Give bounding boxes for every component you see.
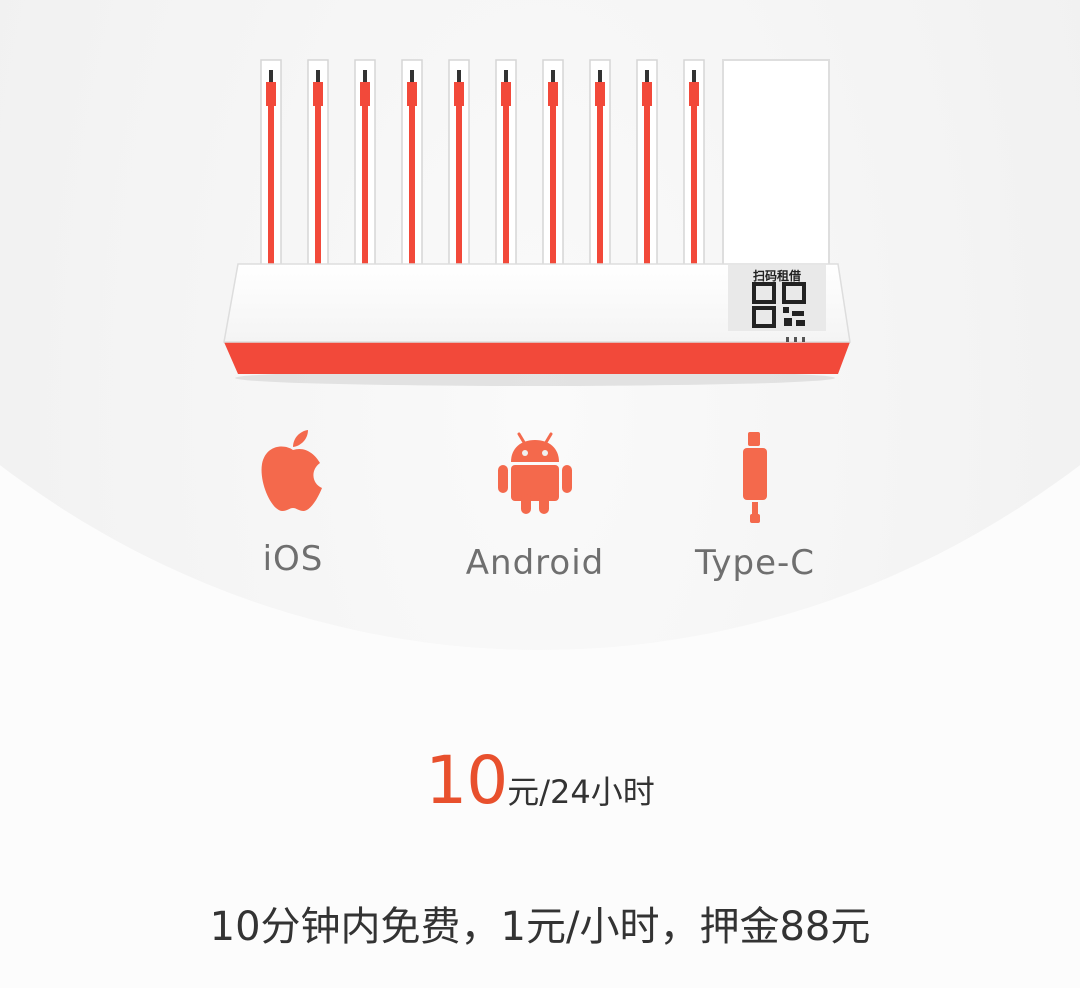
base-red-stripe [224, 342, 850, 374]
pricing-note: 10分钟内免费，1元/小时，押金88元 [209, 904, 871, 950]
price-unit: 元/24小时 [507, 773, 655, 811]
cable-slot [401, 59, 423, 269]
price-amount: 10 [425, 742, 508, 819]
cable-slot [589, 59, 611, 269]
usb-c-cable-icon [743, 432, 767, 523]
charging-station-illustration: 扫码租借 [223, 59, 851, 386]
qr-code-sticker: 扫码租借 [728, 265, 826, 331]
feature-ios: iOS [228, 430, 358, 579]
cable-slot [448, 59, 470, 269]
feature-label-ios: iOS [262, 539, 324, 579]
feature-android: Android [455, 432, 615, 583]
cable-slot [495, 59, 517, 269]
cable-slot [636, 59, 658, 269]
feature-label-type-c: Type-C [694, 543, 816, 583]
apple-icon [261, 430, 322, 511]
hero-section: 扫码租借 iOS Android Type-C [0, 0, 1080, 660]
cable-slot [683, 59, 705, 269]
android-icon [498, 432, 572, 514]
feature-label-android: Android [465, 543, 605, 583]
cable-slot [542, 59, 564, 269]
feature-type-c: Type-C [685, 432, 825, 583]
cable-slot [307, 59, 329, 269]
display-panel [722, 59, 830, 269]
cable-slot [354, 59, 376, 269]
cable-slot [260, 59, 282, 269]
price-line: 10元/24小时 [0, 742, 1080, 819]
qr-caption: 扫码租借 [753, 268, 801, 283]
